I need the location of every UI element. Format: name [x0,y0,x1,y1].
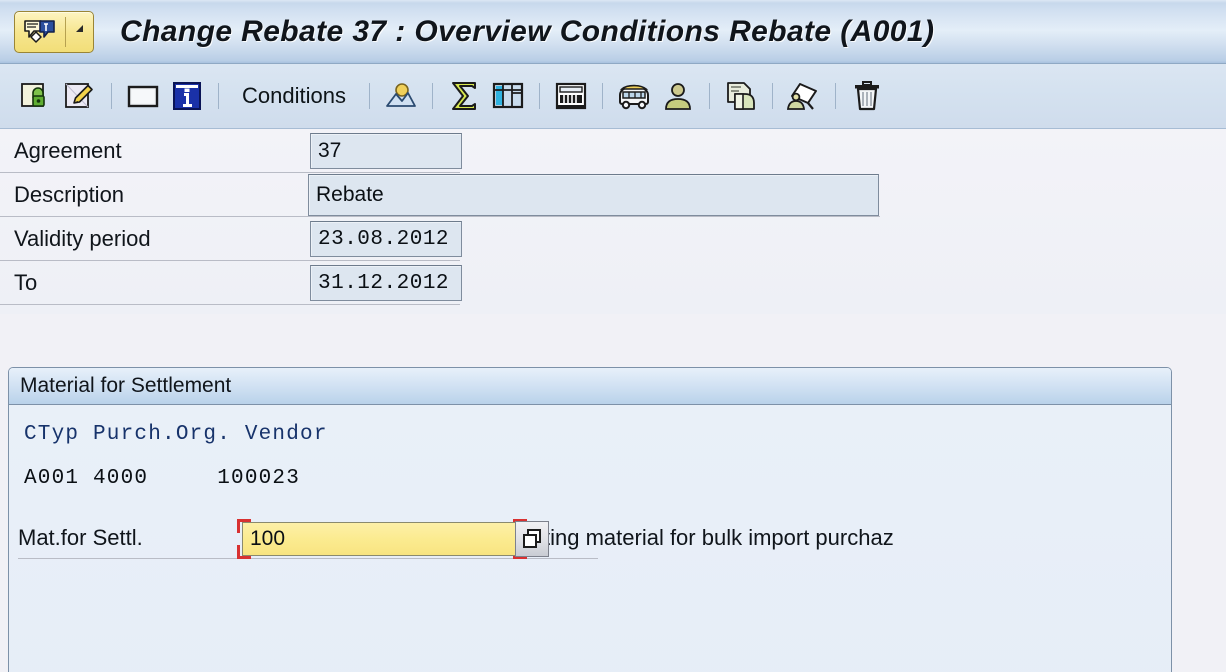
mat-for-settl-input[interactable]: 100 [242,522,522,556]
info-blue-icon[interactable] [165,75,209,117]
grid-column-headers: CTyp Purch.Org. Vendor [24,423,328,446]
copy-paste-icon[interactable] [719,75,763,117]
person-icon[interactable] [656,75,700,117]
landscape-scales-icon[interactable] [379,75,423,117]
form-row-description: Description Rebate [0,173,1226,217]
to-date-input[interactable]: 31.12.2012 [310,265,462,301]
window-title: Change Rebate 37 : Overview Conditions R… [120,14,935,48]
panel-body: CTyp Purch.Org. Vendor A001 4000 100023 … [9,405,1171,672]
blank-document-icon[interactable] [121,75,165,117]
toolbar-separator [601,83,603,109]
agreement-input[interactable]: 37 [310,133,462,169]
toolbar-separator [834,83,836,109]
material-for-settlement-panel: Material for Settlement CTyp Purch.Org. … [8,367,1172,672]
material-description-text: sting material for bulk import purchaz [533,525,894,550]
form-row-agreement: Agreement 37 [0,129,1226,173]
caret-down-icon[interactable] [66,25,93,38]
title-bar: Change Rebate 37 : Overview Conditions R… [0,0,1226,64]
sigma-sum-icon[interactable] [442,75,486,117]
toolbar-separator [771,83,773,109]
calculator-icon[interactable] [549,75,593,117]
row-rule [0,304,460,305]
description-label: Description [14,182,125,207]
presentation-icon[interactable] [782,75,826,117]
sap-menu-icon [15,18,65,46]
mat-for-settl-label: Mat.for Settl. [18,525,143,550]
validity-period-label: Validity period [14,226,151,251]
form-row-validity-period: Validity period 23.08.2012 [0,217,1226,261]
display-change-lock-icon[interactable] [14,75,58,117]
trash-delete-icon[interactable] [845,75,889,117]
toolbar-separator [368,83,370,109]
bus-vehicle-icon[interactable] [612,75,656,117]
system-menu-button[interactable] [14,10,94,53]
overlapping-squares-icon[interactable] [515,521,549,557]
settlement-material-row: Mat.for Settl. sting material for bulk i… [9,515,1171,561]
panel-title: Material for Settlement [9,368,1171,405]
table-grid-icon[interactable] [486,75,530,117]
agreement-label: Agreement [14,138,122,163]
toolbar-separator [538,83,540,109]
edit-pencil-icon[interactable] [58,75,102,117]
application-toolbar: Conditions [0,64,1226,129]
header-form: Agreement 37 Description Rebate Validity… [0,129,1226,314]
description-input[interactable]: Rebate [308,174,879,216]
toolbar-separator [218,83,219,109]
toolbar-separator [708,83,710,109]
grid-data-row: A001 4000 100023 [24,467,301,490]
to-date-label: To [14,270,38,295]
toolbar-separator [111,83,112,109]
conditions-button[interactable]: Conditions [228,83,360,109]
form-row-to-date: To 31.12.2012 [0,261,1226,305]
toolbar-separator [431,83,433,109]
mat-for-settl-focus-frame: 100 [237,519,527,559]
validity-period-input[interactable]: 23.08.2012 [310,221,462,257]
